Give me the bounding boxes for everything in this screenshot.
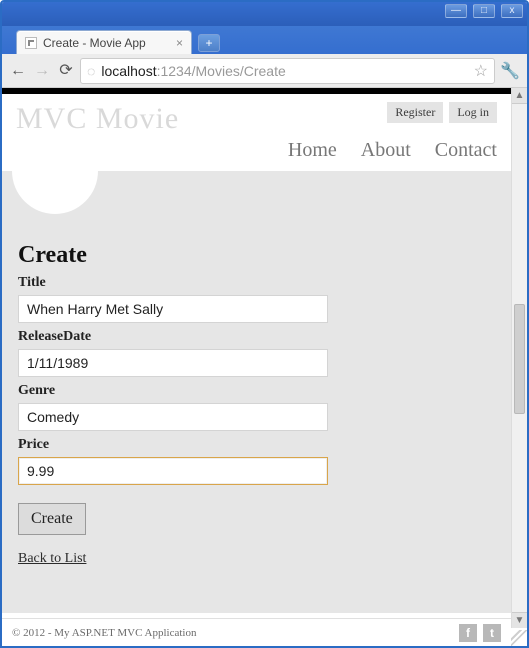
page-title: Create (18, 242, 495, 269)
input-title[interactable] (18, 295, 328, 323)
field-title: Title (18, 275, 495, 323)
window-close-button[interactable]: x (501, 4, 523, 18)
account-links: Register Log in (387, 102, 497, 123)
footer-text: © 2012 - My ASP.NET MVC Application (12, 627, 196, 639)
scroll-track[interactable] (512, 104, 527, 612)
input-releasedate[interactable] (18, 349, 328, 377)
label-genre: Genre (18, 383, 495, 399)
label-title: Title (18, 275, 495, 291)
header-curve (12, 171, 98, 214)
settings-wrench-icon[interactable]: 🔧 (499, 61, 521, 81)
submit-button[interactable]: Create (18, 503, 86, 535)
address-bar[interactable]: ◌ localhost:1234/Movies/Create ☆ (80, 58, 495, 84)
scroll-down-button[interactable]: ▼ (512, 612, 527, 628)
register-link[interactable]: Register (387, 102, 443, 123)
url-host: localhost (101, 63, 156, 79)
browser-toolbar: ← → ⟳ ◌ localhost:1234/Movies/Create ☆ 🔧 (2, 54, 527, 88)
site-brand[interactable]: MVC Movie (16, 102, 179, 135)
browser-tabstrip: Create - Movie App × + (2, 26, 527, 54)
browser-window: — □ x Create - Movie App × + ← → ⟳ ◌ loc… (0, 0, 529, 648)
window-minimize-button[interactable]: — (445, 4, 467, 18)
url-path: :1234/Movies/Create (157, 63, 286, 79)
nav-back-button[interactable]: ← (8, 61, 28, 81)
nav-contact[interactable]: Contact (435, 139, 497, 162)
nav-reload-button[interactable]: ⟳ (56, 61, 76, 81)
field-price: Price (18, 437, 495, 485)
site-info-icon[interactable]: ◌ (87, 63, 95, 79)
field-genre: Genre (18, 383, 495, 431)
page-viewport: MVC Movie Register Log in Home About Con… (2, 88, 527, 646)
form-container: Create Title ReleaseDate Genre P (2, 242, 511, 577)
tab-favicon-icon (25, 37, 37, 49)
back-to-list-link[interactable]: Back to List (18, 551, 86, 567)
window-maximize-button[interactable]: □ (473, 4, 495, 18)
tab-close-button[interactable]: × (176, 36, 183, 50)
bookmark-star-icon[interactable]: ☆ (474, 61, 488, 81)
resize-grip-icon[interactable] (511, 630, 527, 646)
browser-tab-active[interactable]: Create - Movie App × (16, 30, 192, 54)
login-link[interactable]: Log in (449, 102, 497, 123)
site-footer: © 2012 - My ASP.NET MVC Application f t (2, 618, 511, 646)
nav-forward-button[interactable]: → (32, 61, 52, 81)
vertical-scrollbar[interactable]: ▲ ▼ (511, 88, 527, 628)
new-tab-button[interactable]: + (198, 34, 220, 52)
input-price[interactable] (18, 457, 328, 485)
twitter-icon[interactable]: t (483, 624, 501, 642)
content-area: Create Title ReleaseDate Genre P (2, 171, 511, 613)
field-releasedate: ReleaseDate (18, 329, 495, 377)
main-nav: Home About Contact (2, 135, 511, 172)
site-header: MVC Movie Register Log in (2, 94, 511, 135)
nav-about[interactable]: About (361, 139, 411, 162)
nav-home[interactable]: Home (288, 139, 337, 162)
footer-social: f t (459, 624, 501, 642)
scroll-thumb[interactable] (514, 304, 525, 414)
tab-title: Create - Movie App (43, 36, 146, 50)
label-releasedate: ReleaseDate (18, 329, 495, 345)
scroll-up-button[interactable]: ▲ (512, 88, 527, 104)
facebook-icon[interactable]: f (459, 624, 477, 642)
page-body: MVC Movie Register Log in Home About Con… (2, 88, 511, 646)
label-price: Price (18, 437, 495, 453)
input-genre[interactable] (18, 403, 328, 431)
